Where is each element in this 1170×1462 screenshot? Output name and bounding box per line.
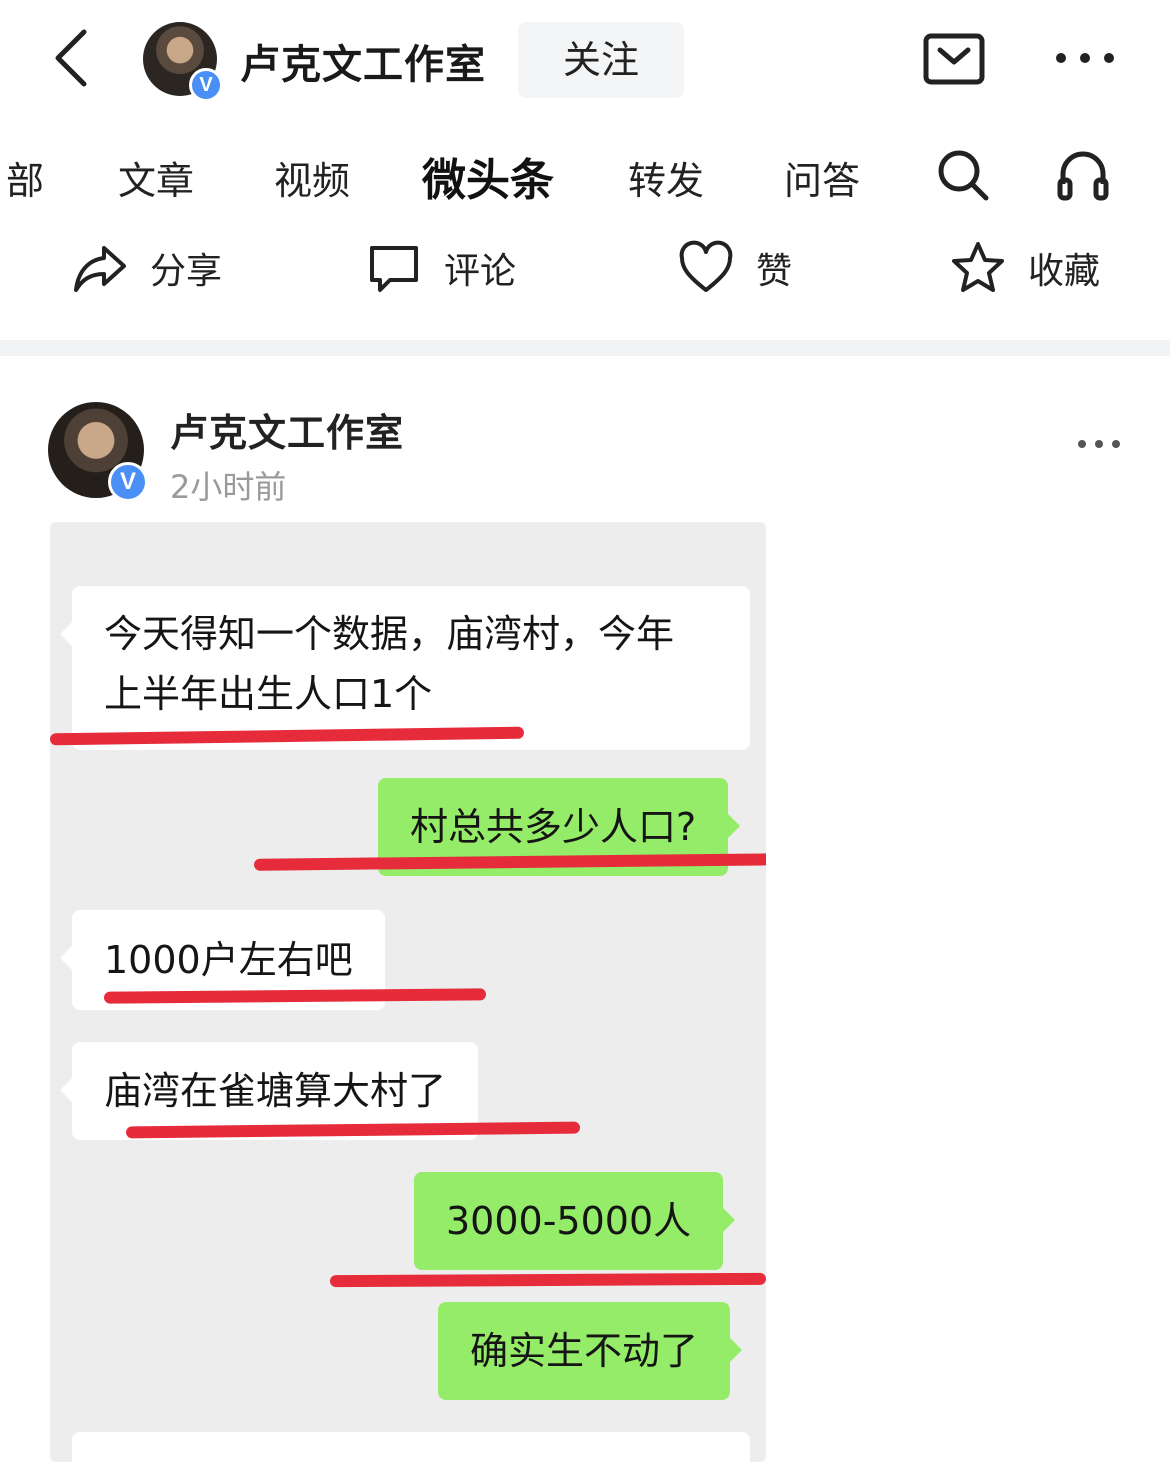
- action-bar: 分享 评论 赞 收藏: [0, 230, 1170, 310]
- chat-message-left-partial: [72, 1432, 750, 1462]
- headphone-icon[interactable]: [1056, 148, 1110, 202]
- message-line: 今天得知一个数据，庙湾村，今年: [104, 612, 675, 656]
- message-line: 上半年出生人口1个: [104, 672, 433, 716]
- comment-label: 评论: [444, 251, 517, 292]
- message-icon[interactable]: [922, 32, 986, 86]
- post-avatar[interactable]: V: [48, 402, 148, 502]
- chat-message-right: 3000-5000人: [414, 1172, 736, 1270]
- chat-message-left: 今天得知一个数据，庙湾村，今年 上半年出生人口1个: [60, 586, 750, 750]
- follow-button[interactable]: 关注: [518, 22, 684, 98]
- tab-micro-headlines[interactable]: 微头条: [422, 144, 554, 208]
- tab-bar: 部 文章 视频 微头条 转发 问答: [0, 140, 1170, 210]
- tab-reposts[interactable]: 转发: [628, 150, 704, 205]
- share-icon: [74, 246, 126, 292]
- chat-message-right: 确实生不动了: [438, 1302, 743, 1400]
- post-timestamp: 2小时前: [170, 468, 287, 506]
- tab-videos[interactable]: 视频: [274, 150, 350, 205]
- post-author[interactable]: 卢克文工作室: [170, 402, 404, 457]
- more-icon[interactable]: [1076, 436, 1122, 452]
- share-button[interactable]: 分享: [72, 230, 222, 306]
- top-bar: V 卢克文工作室 关注: [0, 0, 1170, 115]
- search-icon[interactable]: [936, 148, 990, 202]
- collect-button[interactable]: 收藏: [950, 230, 1100, 306]
- more-icon[interactable]: [1052, 48, 1118, 68]
- comment-button[interactable]: 评论: [366, 230, 516, 306]
- red-underline: [103, 988, 487, 1004]
- account-name[interactable]: 卢克文工作室: [240, 32, 486, 90]
- tab-articles[interactable]: 文章: [118, 150, 194, 205]
- chat-screenshot[interactable]: 今天得知一个数据，庙湾村，今年 上半年出生人口1个 村总共多少人口? 1000户…: [50, 522, 766, 1462]
- verified-badge: V: [108, 462, 148, 502]
- collect-label: 收藏: [1028, 251, 1101, 292]
- red-underline: [329, 1272, 766, 1288]
- avatar[interactable]: V: [143, 22, 223, 102]
- like-button[interactable]: 赞: [678, 230, 792, 306]
- share-label: 分享: [150, 251, 223, 292]
- section-divider: [0, 340, 1170, 356]
- star-icon: [952, 242, 1004, 292]
- tab-all[interactable]: 部: [6, 150, 44, 205]
- tab-qa[interactable]: 问答: [784, 150, 860, 205]
- comment-icon: [370, 246, 418, 292]
- verified-badge: V: [189, 68, 223, 102]
- back-arrow-icon[interactable]: [44, 26, 104, 90]
- heart-icon: [679, 240, 733, 292]
- like-label: 赞: [756, 251, 793, 292]
